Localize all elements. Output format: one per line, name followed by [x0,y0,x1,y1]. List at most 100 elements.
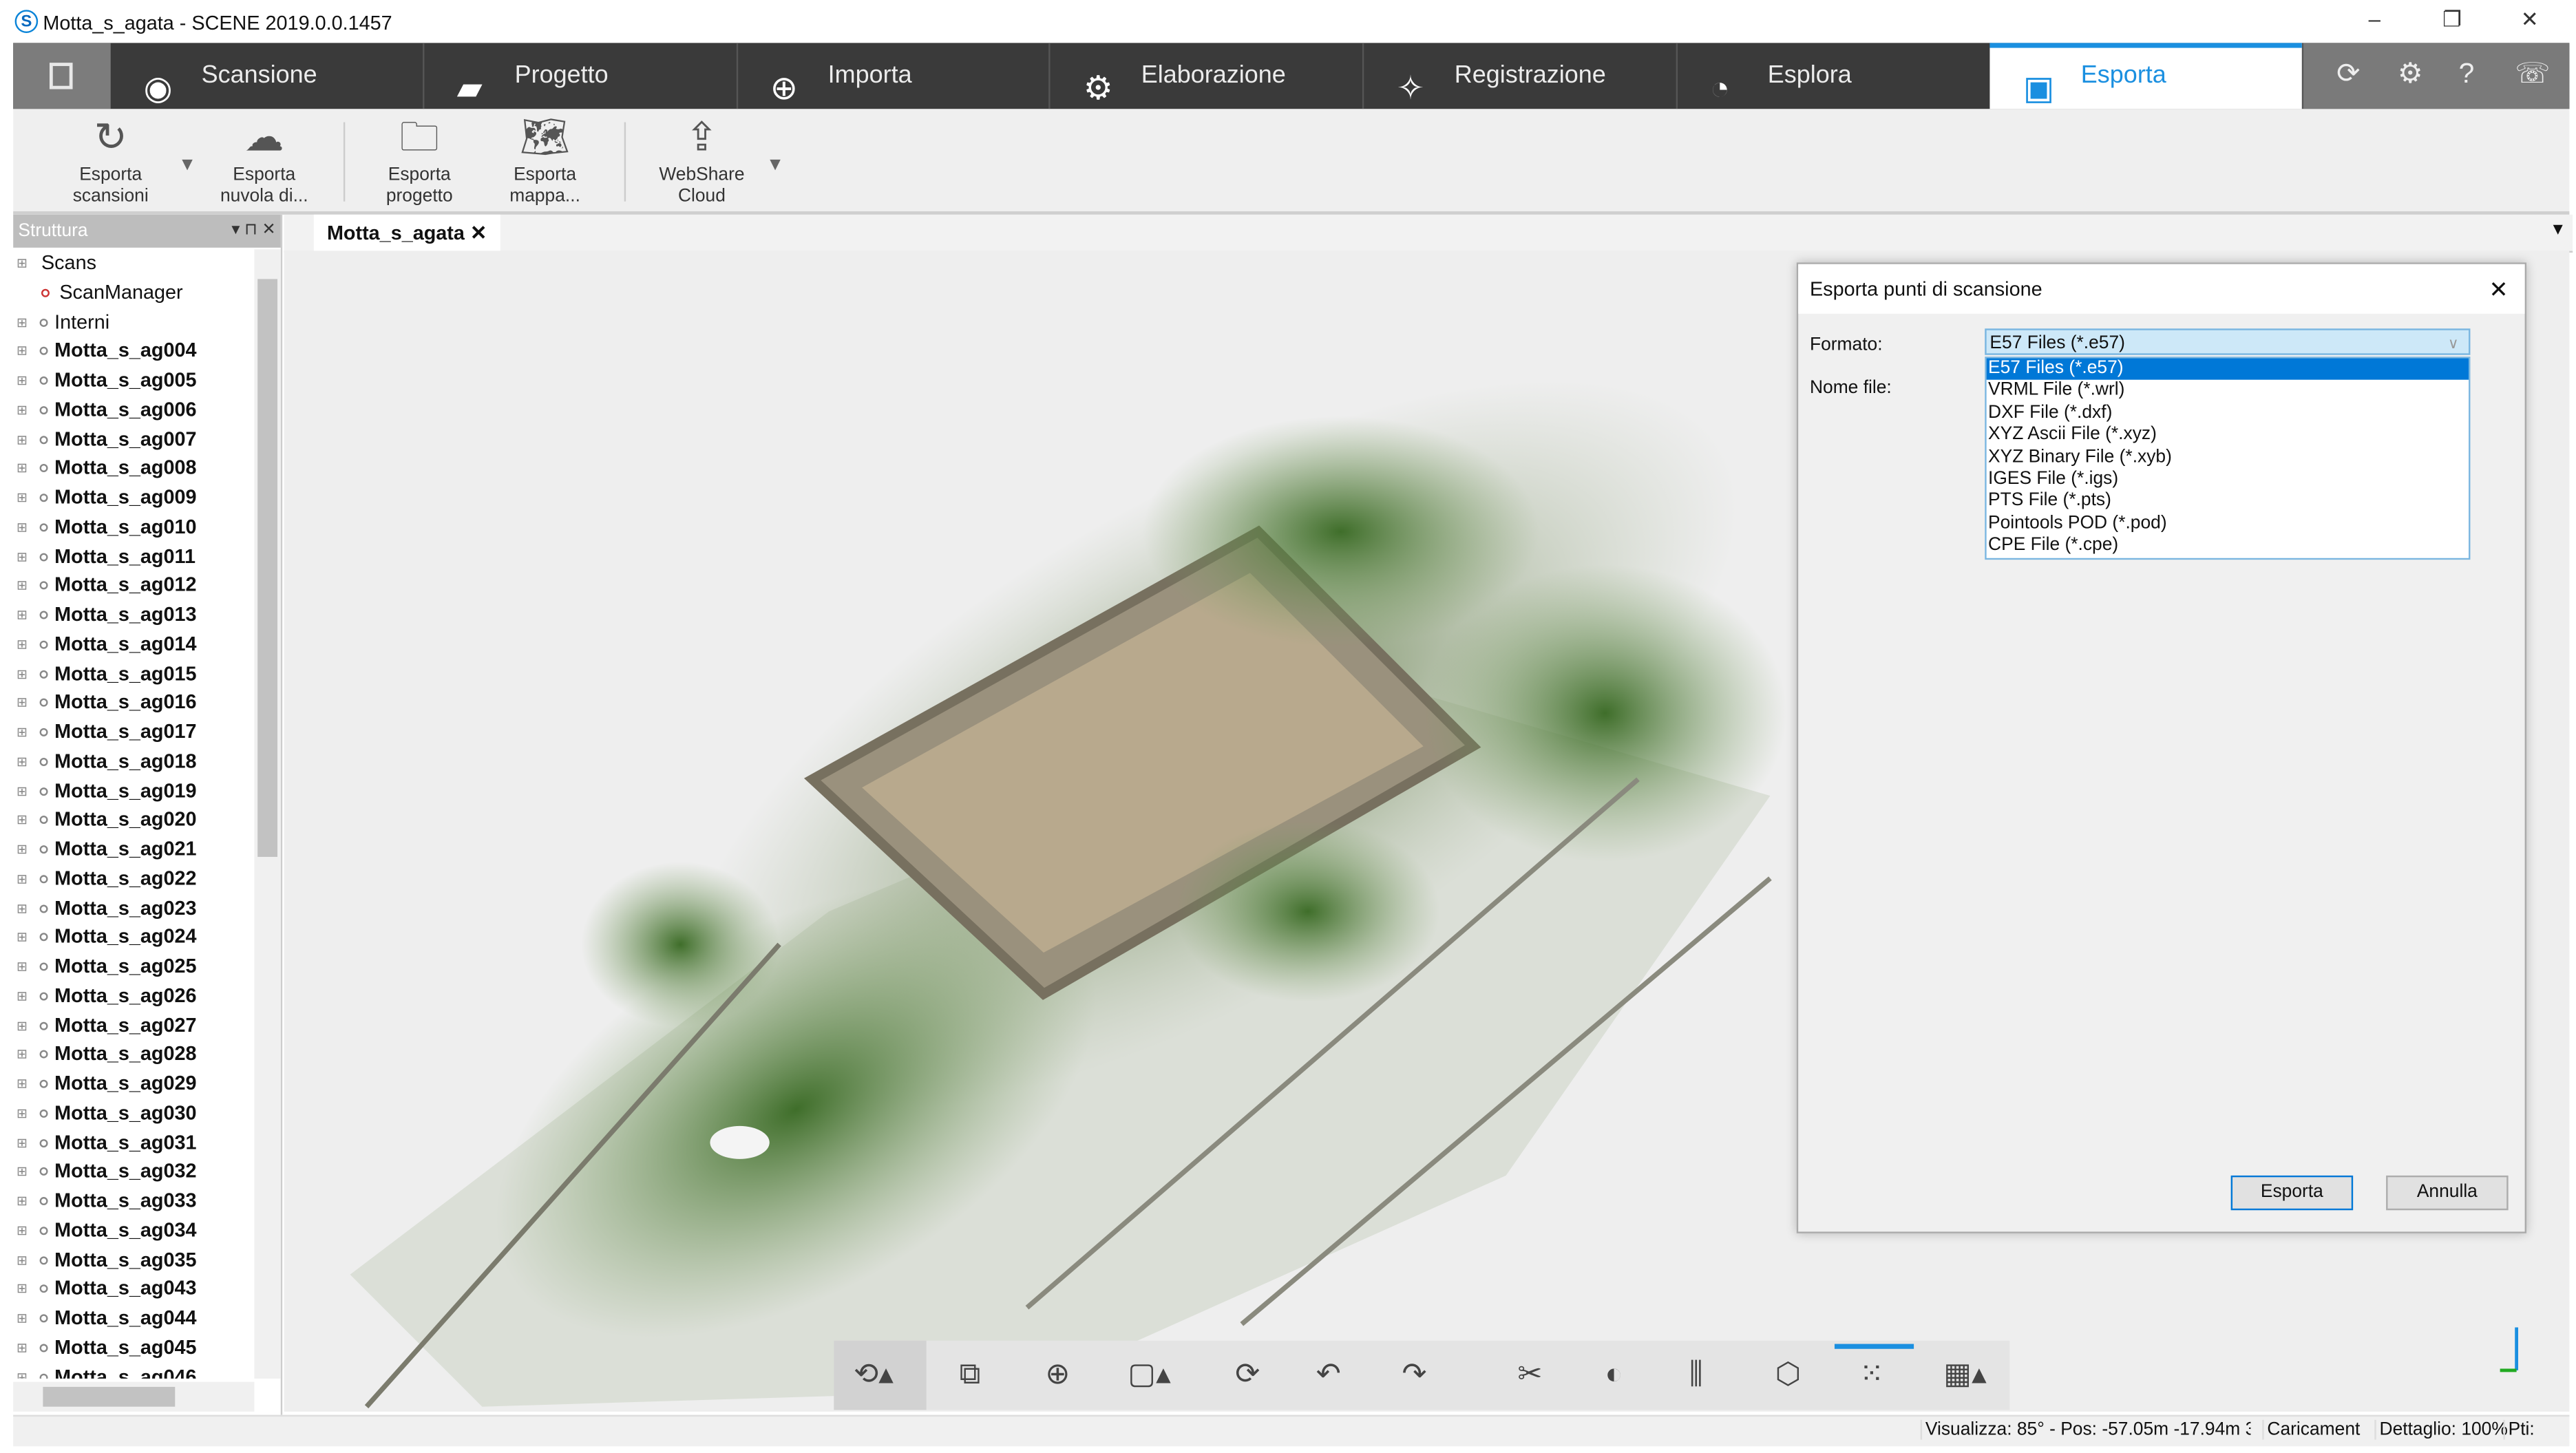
tree-item[interactable]: ⊞ Motta_s_ag005 [13,367,254,396]
tree-item[interactable]: ⊞ Motta_s_ag016 [13,689,254,719]
tree-vertical-scrollbar[interactable] [254,249,281,1379]
minimize-button[interactable]: – [2350,7,2399,32]
expand-icon[interactable]: ⊞ [17,542,28,572]
scroll-thumb[interactable] [257,279,277,857]
expand-icon[interactable]: ⊞ [17,1158,28,1187]
expand-icon[interactable]: ⊞ [17,601,28,630]
expand-icon[interactable]: ⊞ [17,718,28,747]
webshare-dropdown-icon[interactable]: ▼ [766,155,784,175]
mirror-icon[interactable]: ◐ [1605,1357,1623,1392]
tree-item[interactable]: ⊞ Motta_s_ag012 [13,572,254,602]
expand-icon[interactable]: ⊞ [17,484,28,513]
tree-item[interactable]: ⊞ Motta_s_ag004 [13,337,254,367]
format-option[interactable]: IGES File (*.igs) [1987,469,2469,491]
format-select[interactable]: E57 Files (*.e57) ∨ [1985,328,2471,355]
restore-button[interactable]: ❐ [2427,7,2477,33]
expand-icon[interactable]: ⊞ [17,249,28,279]
expand-icon[interactable]: ⊞ [17,1334,28,1364]
tree-item[interactable]: ⊞ Motta_s_ag010 [13,513,254,542]
tree-item[interactable]: ⊞ Motta_s_ag017 [13,718,254,747]
format-option[interactable]: DXF File (*.dxf) [1987,403,2469,425]
tree-item[interactable]: ⊞ Motta_s_ag034 [13,1216,254,1246]
expand-icon[interactable]: ⊞ [17,1129,28,1158]
expand-icon[interactable]: ⊞ [17,572,28,602]
tab-motta-s-agata[interactable]: Motta_s_agata ✕ [313,214,500,251]
settings-icon[interactable]: ⚙ [2398,58,2423,91]
tree-item[interactable]: ⊞ Motta_s_ag020 [13,806,254,836]
feedback-icon[interactable]: ☏ [2515,58,2550,91]
scroll-thumb[interactable] [43,1386,176,1407]
expand-icon[interactable]: ⊞ [17,337,28,367]
tree-item[interactable]: ⊞ Motta_s_ag021 [13,836,254,865]
ribbon-button-esporta-nuvola-di-[interactable]: ☁ Esporta nuvola di... [207,112,322,208]
tree-item[interactable]: ⊞ Motta_s_ag022 [13,865,254,894]
panel-controls[interactable]: ▾ ⊓ ✕ [231,215,275,248]
expand-icon[interactable]: ⊞ [17,777,28,807]
redo-view-icon[interactable]: ↷ [1402,1357,1426,1392]
tree-item[interactable]: ⊞ Motta_s_ag032 [13,1158,254,1187]
expand-icon[interactable]: ⊞ [17,1011,28,1041]
tree-item[interactable]: ⊞ Motta_s_ag029 [13,1070,254,1099]
format-option[interactable]: XYZ Binary File (*.xyb) [1987,447,2469,469]
save-button[interactable] [13,43,111,109]
export-button[interactable]: Esporta [2230,1175,2354,1211]
expand-icon[interactable]: ⊞ [17,894,28,924]
tree-item[interactable]: ⊞ Motta_s_ag046 [13,1363,254,1379]
expand-icon[interactable]: ⊞ [17,367,28,396]
format-option[interactable]: XYZ Ascii File (*.xyz) [1987,425,2469,447]
help-icon[interactable]: ? [2459,58,2475,91]
tab-scansione[interactable]: ◉ Scansione [111,43,425,109]
expand-icon[interactable]: ⊞ [17,747,28,777]
columns-icon[interactable]: ⫼ [1689,1357,1703,1392]
zoom-icon[interactable]: ⊕ [1045,1357,1070,1392]
tree-item[interactable]: ⊞ Motta_s_ag025 [13,953,254,982]
tree-item[interactable]: ⊞ Motta_s_ag044 [13,1304,254,1334]
expand-icon[interactable]: ⊞ [17,1070,28,1099]
tab-esporta[interactable]: ▣ Esporta [1989,43,2304,109]
tab-importa[interactable]: ⊕ Importa [737,43,1051,109]
dialog-close-button[interactable]: ✕ [2489,264,2508,314]
expand-icon[interactable]: ⊞ [17,836,28,865]
views-icon[interactable]: ⧉ [960,1357,981,1392]
tree-item[interactable]: ⊞ Motta_s_ag030 [13,1099,254,1129]
tree-item[interactable]: ⊞ Motta_s_ag007 [13,425,254,455]
close-window-button[interactable]: ✕ [2505,7,2555,33]
box-icon[interactable]: ⬡ [1775,1357,1802,1392]
cancel-button[interactable]: Annulla [2386,1175,2509,1211]
points-icon[interactable]: ⁙ [1859,1357,1884,1392]
expand-icon[interactable]: ⊞ [17,1187,28,1217]
tab-registrazione[interactable]: ✧ Registrazione [1364,43,1678,109]
format-option[interactable]: VRML File (*.wrl) [1987,381,2469,403]
tree-item[interactable]: ScanManager [13,279,254,308]
tree-item[interactable]: ⊞ Motta_s_ag018 [13,747,254,777]
tree-item[interactable]: ⊞ Motta_s_ag031 [13,1129,254,1158]
tree-item[interactable]: ⊞ Motta_s_ag024 [13,923,254,953]
tree-item[interactable]: ⊞ Motta_s_ag008 [13,454,254,484]
close-tab-icon[interactable]: ✕ [470,221,487,244]
clipping-icon[interactable]: ✂ [1517,1357,1542,1392]
expand-icon[interactable]: ⊞ [17,865,28,894]
tree-item[interactable]: ⊞ Motta_s_ag014 [13,630,254,660]
format-option[interactable]: Pointools POD (*.pod) [1987,513,2469,535]
grid-icon[interactable]: ▦▴ [1943,1357,1986,1392]
expand-icon[interactable]: ⊞ [17,1275,28,1304]
tree-item[interactable]: ⊞ Scans [13,249,254,279]
tree-item[interactable]: ⊞ Motta_s_ag033 [13,1187,254,1217]
expand-icon[interactable]: ⊞ [17,806,28,836]
tree-item[interactable]: ⊞ Motta_s_ag006 [13,396,254,425]
expand-icon[interactable]: ⊞ [17,1216,28,1246]
expand-icon[interactable]: ⊞ [17,308,28,337]
expand-icon[interactable]: ⊞ [17,454,28,484]
undo-view-icon[interactable]: ↶ [1316,1357,1341,1392]
cube-view-icon[interactable]: ▢▴ [1128,1357,1170,1392]
tree-item[interactable]: ⊞ Motta_s_ag019 [13,777,254,807]
expand-icon[interactable]: ⊞ [17,953,28,982]
ribbon-button-esporta-progetto[interactable]: 🗀 Esporta progetto [361,112,477,208]
tree-item[interactable]: ⊞ Motta_s_ag027 [13,1011,254,1041]
expand-icon[interactable]: ⊞ [17,982,28,1012]
sync-icon[interactable]: ⟳ [2336,58,2360,91]
tab-progetto[interactable]: ▰ Progetto [424,43,738,109]
rotate-icon[interactable]: ⟳ [1235,1357,1260,1392]
tab-elaborazione[interactable]: ⚙ Elaborazione [1051,43,1364,109]
expand-icon[interactable]: ⊞ [17,396,28,425]
